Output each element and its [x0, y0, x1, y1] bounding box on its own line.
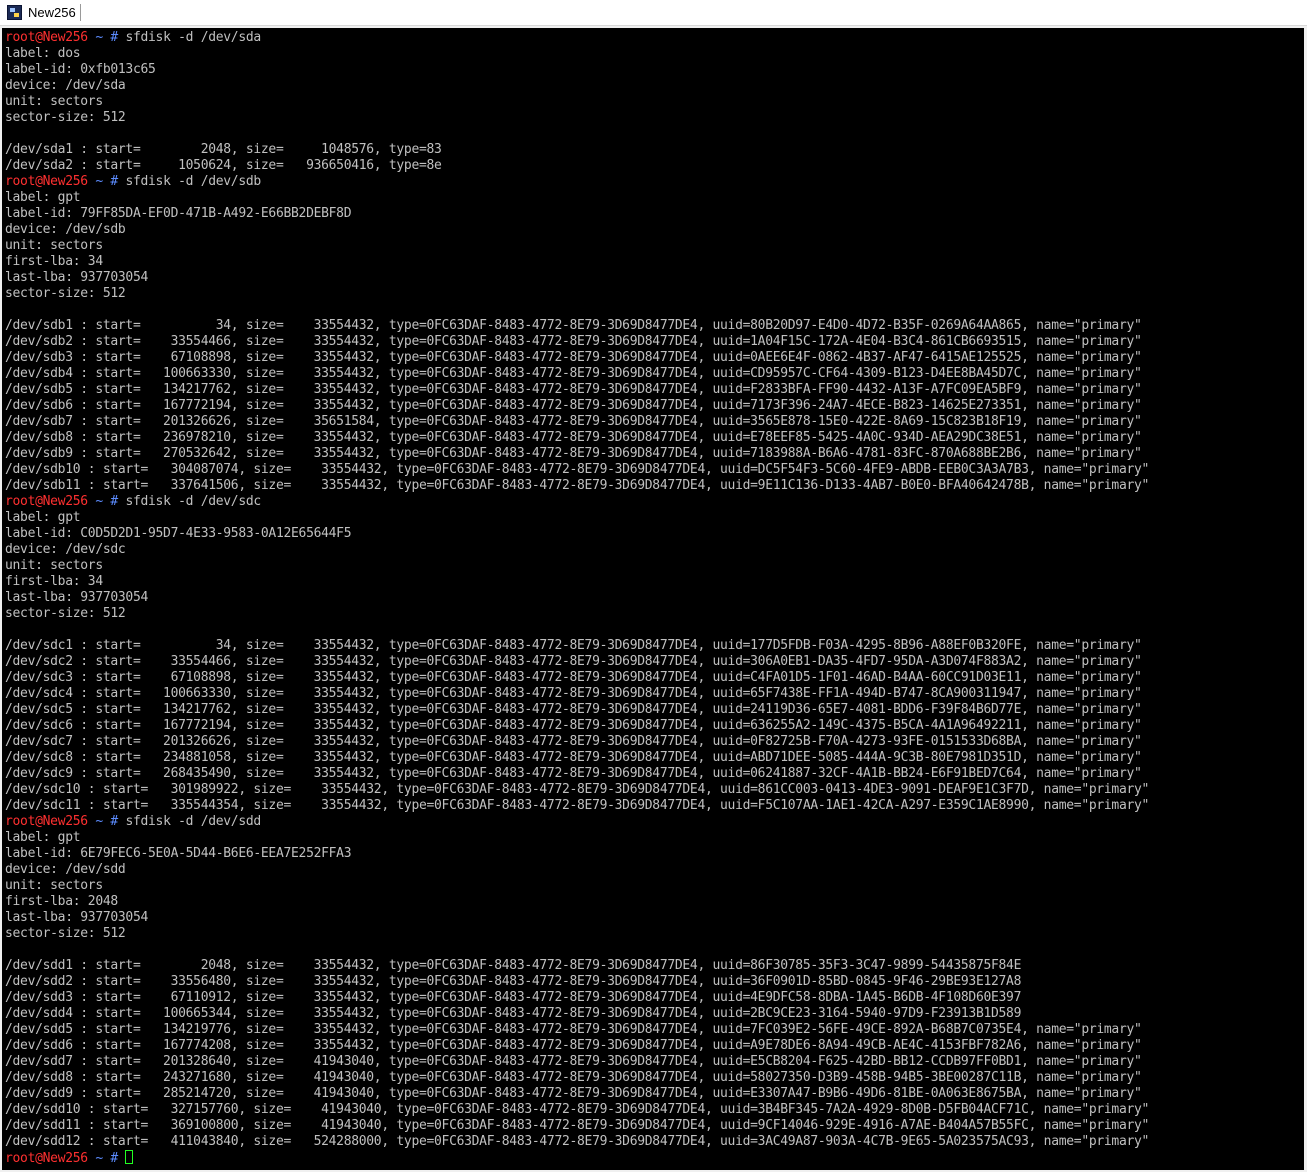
prompt-path: ~ #: [87, 30, 126, 45]
output-line: last-lba: 937703054: [5, 910, 149, 925]
text-cursor[interactable]: [125, 1150, 134, 1164]
output-line: unit: sectors: [5, 558, 103, 573]
output-line: /dev/sdc9 : start= 268435490, size= 3355…: [5, 766, 1142, 781]
output-line: /dev/sdd11 : start= 369100800, size= 419…: [5, 1118, 1150, 1133]
output-line: /dev/sdb8 : start= 236978210, size= 3355…: [5, 430, 1142, 445]
output-line: device: /dev/sdc: [5, 542, 126, 557]
output-line: label-id: 6E79FEC6-5E0A-5D44-B6E6-EEA7E2…: [5, 846, 352, 861]
output-line: unit: sectors: [5, 878, 103, 893]
output-line: sector-size: 512: [5, 286, 126, 301]
output-line: /dev/sdc1 : start= 34, size= 33554432, t…: [5, 638, 1142, 653]
output-line: /dev/sdb11 : start= 337641506, size= 335…: [5, 478, 1150, 493]
output-line: /dev/sdc7 : start= 201326626, size= 3355…: [5, 734, 1142, 749]
output-line: /dev/sdd2 : start= 33556480, size= 33554…: [5, 974, 1022, 989]
terminal-output: root@New256 ~ # sfdisk -d /dev/sda label:…: [5, 30, 1149, 1166]
output-line: unit: sectors: [5, 94, 103, 109]
output-line: label-id: C0D5D2D1-95D7-4E33-9583-0A12E6…: [5, 526, 352, 541]
command-text: sfdisk -d /dev/sdd: [125, 814, 261, 829]
output-line: /dev/sdd1 : start= 2048, size= 33554432,…: [5, 958, 1022, 973]
prompt-line: root@New256 ~ # sfdisk -d /dev/sdb: [5, 174, 1149, 190]
output-line: sector-size: 512: [5, 926, 126, 941]
prompt-host: @New256: [35, 30, 88, 45]
terminal-app-icon: [7, 5, 22, 20]
output-line: label-id: 0xfb013c65: [5, 62, 156, 77]
output-line: device: /dev/sda: [5, 78, 126, 93]
output-line: label: gpt: [5, 190, 81, 205]
output-line: /dev/sdc8 : start= 234881058, size= 3355…: [5, 750, 1142, 765]
output-line: unit: sectors: [5, 238, 103, 253]
prompt-line: root@New256 ~ # sfdisk -d /dev/sda: [5, 30, 1149, 46]
command-text: sfdisk -d /dev/sdc: [125, 494, 261, 509]
output-line: /dev/sdd3 : start= 67110912, size= 33554…: [5, 990, 1022, 1005]
output-line: sector-size: 512: [5, 110, 126, 125]
output-line: /dev/sdb10 : start= 304087074, size= 335…: [5, 462, 1150, 477]
output-line: /dev/sdb9 : start= 270532642, size= 3355…: [5, 446, 1142, 461]
output-line: /dev/sdd9 : start= 285214720, size= 4194…: [5, 1086, 1142, 1101]
prompt-user: root: [5, 1151, 36, 1166]
prompt-line: root@New256 ~ # sfdisk -d /dev/sdd: [5, 814, 1149, 830]
output-line: /dev/sdc10 : start= 301989922, size= 335…: [5, 782, 1150, 797]
output-line: /dev/sdb2 : start= 33554466, size= 33554…: [5, 334, 1142, 349]
output-line: last-lba: 937703054: [5, 270, 149, 285]
output-line: /dev/sdb7 : start= 201326626, size= 3565…: [5, 414, 1142, 429]
output-line: /dev/sda1 : start= 2048, size= 1048576, …: [5, 142, 442, 157]
output-line: device: /dev/sdb: [5, 222, 126, 237]
prompt-line: root@New256 ~ #: [5, 1150, 1149, 1166]
output-line: sector-size: 512: [5, 606, 126, 621]
prompt-path: ~ #: [87, 1151, 126, 1166]
output-line: label: gpt: [5, 830, 81, 845]
prompt-host: @New256: [35, 1151, 88, 1166]
output-line: first-lba: 34: [5, 574, 103, 589]
output-line: /dev/sdc3 : start= 67108898, size= 33554…: [5, 670, 1142, 685]
output-line: /dev/sda2 : start= 1050624, size= 936650…: [5, 158, 442, 173]
command-text: sfdisk -d /dev/sda: [125, 30, 261, 45]
command-text: sfdisk -d /dev/sdb: [125, 174, 261, 189]
output-line: /dev/sdc4 : start= 100663330, size= 3355…: [5, 686, 1142, 701]
prompt-user: root: [5, 814, 36, 829]
output-line: /dev/sdd8 : start= 243271680, size= 4194…: [5, 1070, 1142, 1085]
output-line: /dev/sdc6 : start= 167772194, size= 3355…: [5, 718, 1142, 733]
prompt-path: ~ #: [87, 814, 126, 829]
window-titlebar[interactable]: New256: [0, 0, 1307, 26]
output-line: /dev/sdc11 : start= 335544354, size= 335…: [5, 798, 1150, 813]
output-line: device: /dev/sdd: [5, 862, 126, 877]
output-line: /dev/sdc5 : start= 134217762, size= 3355…: [5, 702, 1142, 717]
prompt-host: @New256: [35, 174, 88, 189]
output-line: /dev/sdb5 : start= 134217762, size= 3355…: [5, 382, 1142, 397]
output-line: first-lba: 2048: [5, 894, 118, 909]
output-line: label: gpt: [5, 510, 81, 525]
output-line: last-lba: 937703054: [5, 590, 149, 605]
output-line: label-id: 79FF85DA-EF0D-471B-A492-E66BB2…: [5, 206, 352, 221]
output-line: /dev/sdb4 : start= 100663330, size= 3355…: [5, 366, 1142, 381]
prompt-path: ~ #: [87, 494, 126, 509]
prompt-host: @New256: [35, 494, 88, 509]
output-line: /dev/sdd10 : start= 327157760, size= 419…: [5, 1102, 1150, 1117]
prompt-user: root: [5, 494, 36, 509]
prompt-line: root@New256 ~ # sfdisk -d /dev/sdc: [5, 494, 1149, 510]
output-line: /dev/sdc2 : start= 33554466, size= 33554…: [5, 654, 1142, 669]
terminal-pane[interactable]: root@New256 ~ # sfdisk -d /dev/sda label:…: [2, 28, 1304, 1170]
output-line: /dev/sdd5 : start= 134219776, size= 3355…: [5, 1022, 1142, 1037]
output-line: /dev/sdd6 : start= 167774208, size= 3355…: [5, 1038, 1142, 1053]
output-line: /dev/sdd12 : start= 411043840, size= 524…: [5, 1134, 1150, 1149]
output-line: /dev/sdb3 : start= 67108898, size= 33554…: [5, 350, 1142, 365]
prompt-user: root: [5, 174, 36, 189]
output-line: label: dos: [5, 46, 81, 61]
output-line: /dev/sdd4 : start= 100665344, size= 3355…: [5, 1006, 1022, 1021]
output-line: first-lba: 34: [5, 254, 103, 269]
prompt-host: @New256: [35, 814, 88, 829]
output-line: /dev/sdb1 : start= 34, size= 33554432, t…: [5, 318, 1142, 333]
window-title: New256: [28, 4, 81, 21]
output-line: /dev/sdb6 : start= 167772194, size= 3355…: [5, 398, 1142, 413]
prompt-user: root: [5, 30, 36, 45]
prompt-path: ~ #: [87, 174, 126, 189]
output-line: /dev/sdd7 : start= 201328640, size= 4194…: [5, 1054, 1142, 1069]
